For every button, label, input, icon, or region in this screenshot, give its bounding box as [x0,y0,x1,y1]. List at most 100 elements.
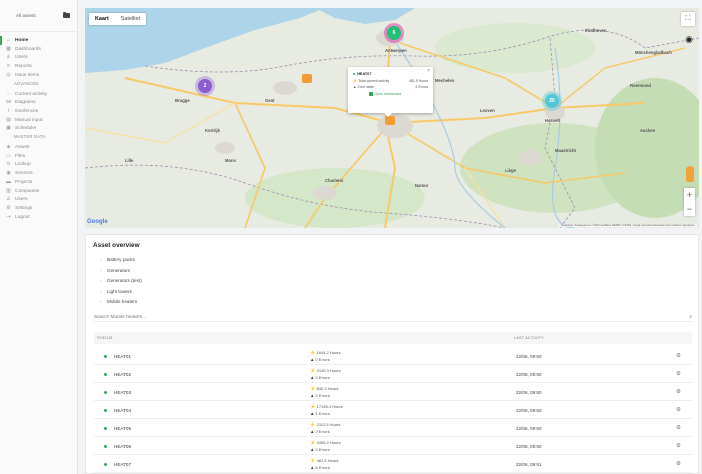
asset-name[interactable]: HEAT04 [114,408,131,413]
asset-name[interactable]: HEAT05 [114,426,131,431]
last-activity: 22/06, 09:50 [516,371,542,377]
asset-hours: 17158.4 Hours [316,403,343,409]
sidebar-item-sensors[interactable]: ◉ Sensors [6,169,76,178]
sidebar-item-settings[interactable]: ⚙ Settings [6,204,76,213]
last-activity: 22/06, 09:50 [516,443,542,449]
sidebar-item-users[interactable]: ♙ Users [6,195,76,204]
chevron-icon: › [100,257,102,262]
category-item[interactable]: › Light towers [100,289,132,294]
zoom-control: + − [684,188,695,216]
gear-icon[interactable]: ⚙ [676,353,681,359]
pegman-icon[interactable] [686,166,694,182]
table-row[interactable]: HEAT04 ⚡17158.4 Hours ▲1 Errors 22/06, 09:5… [94,401,692,419]
asset-usage: ⚡17158.4 Hours ▲1 Errors [310,403,343,417]
sidebar-item-scheduler[interactable]: ▣ Scheduler [6,124,76,133]
gear-icon[interactable]: ⚙ [676,425,681,431]
sidebar-item-users[interactable]: ♙ Users [6,53,76,62]
sidebar-item-assets[interactable]: ◈ Assets [6,143,76,152]
eye-icon[interactable]: ◉ [683,34,695,44]
gear-icon[interactable]: ⚙ [676,371,681,377]
asset-usage: ⚡1644.2 Hours ▲0 Errors [310,349,341,363]
map-city-label: Charleroi [325,178,344,183]
status-dot [104,390,107,394]
table-row[interactable]: HEAT07 ⚡481.5 Hours ▲6 Errors 22/06, 09:51 ⚙ [94,455,692,473]
search-icon[interactable]: ⌕ [689,314,692,320]
sidebar-item-companies[interactable]: ▥ Companies [6,187,76,196]
fullscreen-icon[interactable]: ⛶ [681,12,695,26]
folder-icon[interactable] [63,11,70,18]
bolt-icon: ⚡ [310,403,316,409]
asset-name[interactable]: HEAT03 [114,390,131,395]
close-icon[interactable]: × [427,68,430,74]
gear-icon[interactable]: ⚙ [676,389,681,395]
map-cluster[interactable]: 20 [545,94,559,108]
sidebar-item-projects[interactable]: ▬ Projects [6,178,76,187]
logout-icon: ⇥ [6,213,11,220]
map-marker[interactable] [385,116,395,125]
popup-activity-row: ⚡ Total current activity 481.5 Hours [353,79,428,83]
col-status[interactable]: STATUS [97,336,113,340]
asset-name[interactable]: HEAT06 [114,444,131,449]
calendar-icon: ▣ [6,125,11,132]
section-advanced: ADVANCED [14,80,39,86]
asset-name[interactable]: HEAT02 [114,372,131,377]
tab-map[interactable]: Kaart [89,13,115,25]
sidebar-item-manual-input[interactable]: ▤ Manual input [6,116,76,125]
bolt-icon: ⚡ [310,421,316,427]
sidebar-item-label: Diagrams [15,100,36,106]
tab-satellite[interactable]: Satelliet [115,13,146,25]
col-last-activity[interactable]: LAST ACTIVITY [514,336,544,340]
map-attribution[interactable]: Sneltoetsen Kaartgegevens ©2022 GeoBasis… [558,224,697,227]
map-city-label: Mönchengladbach [635,50,672,55]
category-item[interactable]: › Generators [100,268,130,273]
map-view[interactable]: AntwerpenBrusselGentMechelenLeuvenHassel… [85,8,699,228]
status-dot [104,444,107,448]
zoom-in-button[interactable]: + [684,188,695,202]
asset-name[interactable]: HEAT01 [114,354,131,359]
sidebar-item-logout[interactable]: ⇥ Logout [6,213,76,222]
map-cluster[interactable]: 6 [387,26,401,40]
dashboard-icon [369,92,373,96]
table-row[interactable]: HEAT06 ⚡2498.2 Hours ▲0 Errors 22/06, 09:50… [94,437,692,455]
open-dashboard-link[interactable]: Open dashboard [369,92,428,96]
search-input[interactable] [94,314,394,320]
sidebar-item-lookup[interactable]: ⊙ Lookup [6,160,76,169]
map-city-label: Aachen [640,128,656,133]
category-label: Battery packs [107,257,135,262]
gear-icon[interactable]: ⚙ [676,407,681,413]
asset-hours: 2112.5 Hours [316,421,341,427]
table-row[interactable]: HEAT05 ⚡2112.5 Hours ▲0 Errors 22/06, 09:50… [94,419,692,437]
category-item[interactable]: › Mobile heaters [100,299,137,304]
asset-hours: 2498.2 Hours [316,439,341,445]
asset-name[interactable]: HEAT07 [114,462,131,467]
section-master-data: MASTER DATA [14,134,46,139]
category-item[interactable]: › Battery packs [100,257,135,262]
popup-activity-value: 481.5 Hours [408,79,428,83]
sidebar-item-files[interactable]: ▭ Files [6,152,76,161]
sidebar-item-label: Current activity [15,91,47,97]
map-cluster[interactable]: 2 [198,79,212,93]
category-item[interactable]: › Generators (test) [100,278,142,283]
sidebar-item-home[interactable]: ⌂ Home [0,36,76,45]
sidebar-item-current-activity[interactable]: ◌ Current activity [6,90,76,99]
zoom-out-button[interactable]: − [684,202,695,216]
sidebar-item-geofences[interactable]: ⌇ Geofences [6,107,76,116]
asset-filter-title[interactable]: All assets [16,13,36,18]
sidebar-item-diagrams[interactable]: ⋈ Diagrams [6,98,76,107]
company-icon: ▥ [6,187,11,194]
gear-icon[interactable]: ⚙ [676,443,681,449]
sidebar-item-reports[interactable]: ≡ Reports [6,62,76,71]
table-row[interactable]: HEAT02 ⚡2149.3 Hours ▲0 Errors 22/06, 09:50… [94,365,692,383]
sidebar-item-label: Home [15,38,29,43]
sidebar-item-issue-items[interactable]: ◎ Issue items [6,71,76,80]
last-activity: 22/06, 09:50 [516,425,542,431]
sidebar-item-dashboards[interactable]: ▦ Dashboards [6,45,76,54]
gear-icon[interactable]: ⚙ [676,461,681,467]
map-city-label: Antwerpen [385,48,407,53]
dashboard-icon: ▦ [6,45,11,52]
table-row[interactable]: HEAT03 ⚡830.3 Hours ▲0 Errors 22/06, 09:50 ⚙ [94,383,692,401]
asset-errors: 0 Errors [315,356,330,362]
map-marker[interactable] [302,74,312,83]
home-icon: ⌂ [6,37,11,43]
table-row[interactable]: HEAT01 ⚡1644.2 Hours ▲0 Errors 22/06, 09:50… [94,347,692,365]
